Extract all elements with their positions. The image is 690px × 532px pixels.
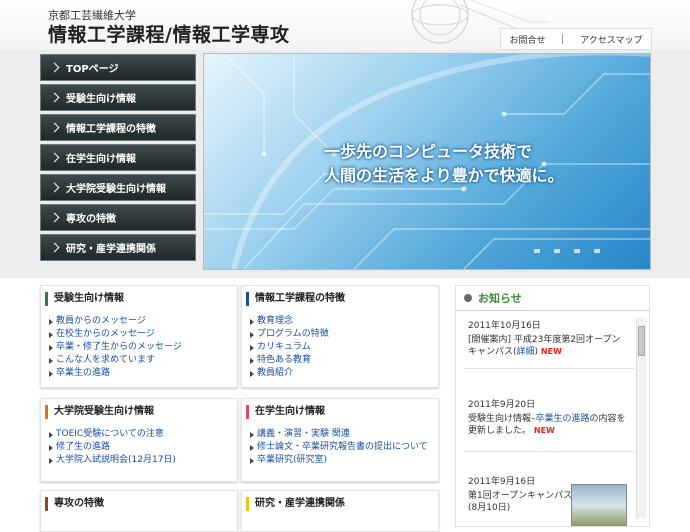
- hero-slogan: 一歩先のコンピュータ技術で 人間の生活をより豊かで快適に。: [324, 140, 564, 188]
- bullet-arrow-icon: [49, 358, 53, 364]
- access-map-link[interactable]: アクセスマップ: [580, 33, 642, 46]
- nav-label: 研究・産学連携関係: [66, 244, 156, 255]
- top-links: お問合せ アクセスマップ: [500, 28, 652, 50]
- news-item: 2011年9月16日 第1回オープンキャンパス(8月10日): [468, 476, 573, 514]
- box-title: 受験生向け情報: [45, 292, 237, 306]
- list-item[interactable]: プログラムの特徴: [250, 328, 438, 341]
- nav-item-major-features[interactable]: 専攻の特徴: [40, 204, 196, 231]
- list-item[interactable]: 教員からのメッセージ: [49, 315, 237, 328]
- site-title[interactable]: 情報工学課程/情報工学専攻: [48, 20, 289, 47]
- list-item[interactable]: 修士論文・卒業研究報告書の提出について: [250, 441, 438, 454]
- box-course-features: 情報工学課程の特徴 教育理念 プログラムの特徴 カリキュラム 特色ある教育 教員…: [241, 285, 439, 388]
- list-item[interactable]: 教員紹介: [250, 367, 438, 380]
- bullet-arrow-icon: [49, 345, 53, 351]
- box-title: 研究・産学連携関係: [246, 497, 438, 511]
- list-item[interactable]: 卒業・修了生からのメッセージ: [49, 341, 237, 354]
- news-photo[interactable]: [571, 484, 627, 526]
- box-research: 研究・産学連携関係: [241, 490, 439, 532]
- bullet-arrow-icon: [250, 358, 254, 364]
- link-divider: [562, 34, 564, 44]
- chevron-right-icon: [49, 122, 60, 133]
- bullet-arrow-icon: [250, 371, 254, 377]
- chevron-right-icon: [49, 152, 60, 163]
- nav-label: 大学院受験生向け情報: [66, 184, 166, 195]
- news-link[interactable]: 卒業生の進路: [536, 414, 590, 424]
- chevron-right-icon: [49, 242, 60, 253]
- news-panel: お知らせ 2011年10月16日 [開催案内] 平成23年度第2回オープンキャン…: [455, 285, 650, 527]
- list-item[interactable]: 講義・演習・実験 関連: [250, 428, 438, 441]
- news-text: 第1回オープンキャンパス(8月10日): [468, 491, 573, 513]
- list-item[interactable]: 大学院入試説明会(12月17日): [49, 454, 237, 467]
- box-title: 情報工学課程の特徴: [246, 292, 438, 306]
- nav-label: 受験生向け情報: [66, 94, 136, 105]
- news-scrollbar[interactable]: [636, 318, 646, 518]
- list-item[interactable]: 在校生からのメッセージ: [49, 328, 237, 341]
- nav-item-top[interactable]: TOPページ: [40, 54, 196, 81]
- bullet-arrow-icon: [49, 458, 53, 464]
- circle-arrow-icon: [464, 294, 472, 302]
- new-badge: NEW: [533, 426, 555, 435]
- nav-label: 情報工学課程の特徴: [66, 124, 156, 135]
- new-badge: NEW: [540, 347, 562, 356]
- news-date: 2011年9月20日: [468, 400, 536, 410]
- bullet-arrow-icon: [250, 432, 254, 438]
- news-text: 受験生向け情報–: [468, 414, 536, 424]
- bullet-arrow-icon: [49, 319, 53, 325]
- list-item[interactable]: 教育理念: [250, 315, 438, 328]
- bullet-arrow-icon: [49, 445, 53, 451]
- box-title: 在学生向け情報: [246, 405, 438, 419]
- chevron-right-icon: [49, 92, 60, 103]
- list-item[interactable]: TOEIC受験についての注意: [49, 428, 237, 441]
- box-applicants: 受験生向け情報 教員からのメッセージ 在校生からのメッセージ 卒業・修了生からの…: [40, 285, 238, 388]
- nav-item-applicants[interactable]: 受験生向け情報: [40, 84, 196, 111]
- bullet-arrow-icon: [49, 332, 53, 338]
- hero-line-2: 人間の生活をより豊かで快適に。: [324, 166, 564, 185]
- list-item[interactable]: こんな人を求めています: [49, 354, 237, 367]
- nav-label: 専攻の特徴: [66, 214, 116, 225]
- hero-line-1: 一歩先のコンピュータ技術で: [324, 142, 533, 161]
- bullet-arrow-icon: [49, 432, 53, 438]
- list-item[interactable]: カリキュラム: [250, 341, 438, 354]
- nav-item-research[interactable]: 研究・産学連携関係: [40, 234, 196, 261]
- news-link[interactable]: 詳細: [517, 347, 535, 357]
- divider: [464, 368, 634, 369]
- news-item: 2011年10月16日 [開催案内] 平成23年度第2回オープンキャンパス(詳細…: [468, 320, 628, 358]
- news-date: 2011年9月16日: [468, 477, 536, 487]
- bullet-arrow-icon: [49, 371, 53, 377]
- news-heading: お知らせ: [478, 292, 522, 305]
- nav-item-course-features[interactable]: 情報工学課程の特徴: [40, 114, 196, 141]
- scrollbar-thumb[interactable]: [638, 326, 645, 356]
- contact-link[interactable]: お問合せ: [509, 33, 545, 46]
- box-title: 大学院受験生向け情報: [45, 405, 237, 419]
- bullet-arrow-icon: [250, 332, 254, 338]
- bullet-arrow-icon: [250, 458, 254, 464]
- chevron-right-icon: [49, 212, 60, 223]
- box-title: 専攻の特徴: [45, 497, 237, 511]
- hero-banner: 一歩先のコンピュータ技術で 人間の生活をより豊かで快適に。: [203, 53, 651, 270]
- nav-label: TOPページ: [66, 64, 119, 75]
- chevron-right-icon: [49, 182, 60, 193]
- bullet-arrow-icon: [250, 319, 254, 325]
- news-header: お知らせ: [456, 286, 649, 311]
- nav-label: 在学生向け情報: [66, 154, 136, 165]
- news-item: 2011年9月20日 受験生向け情報–卒業生の進路の内容を更新しました。 NEW: [468, 399, 628, 437]
- news-date: 2011年10月16日: [468, 321, 541, 331]
- nav-item-grad-applicants[interactable]: 大学院受験生向け情報: [40, 174, 196, 201]
- list-item[interactable]: 特色ある教育: [250, 354, 438, 367]
- list-item[interactable]: 修了生の進路: [49, 441, 237, 454]
- box-grad-applicants: 大学院受験生向け情報 TOEIC受験についての注意 修了生の進路 大学院入試説明…: [40, 398, 238, 482]
- box-students: 在学生向け情報 講義・演習・実験 関連 修士論文・卒業研究報告書の提出について …: [241, 398, 439, 482]
- list-item[interactable]: 卒業研究(研究室): [250, 454, 438, 467]
- bullet-arrow-icon: [250, 445, 254, 451]
- divider: [464, 451, 634, 452]
- bullet-arrow-icon: [250, 345, 254, 351]
- nav-item-students[interactable]: 在学生向け情報: [40, 144, 196, 171]
- main-nav: TOPページ 受験生向け情報 情報工学課程の特徴 在学生向け情報 大学院受験生向…: [40, 54, 196, 264]
- chevron-right-icon: [49, 62, 60, 73]
- news-text: ): [534, 347, 539, 357]
- box-major-features: 専攻の特徴: [40, 490, 238, 532]
- list-item[interactable]: 卒業生の進路: [49, 367, 237, 380]
- site-header: 京都工芸繊維大学 情報工学課程/情報工学専攻 お問合せ アクセスマップ: [0, 0, 690, 50]
